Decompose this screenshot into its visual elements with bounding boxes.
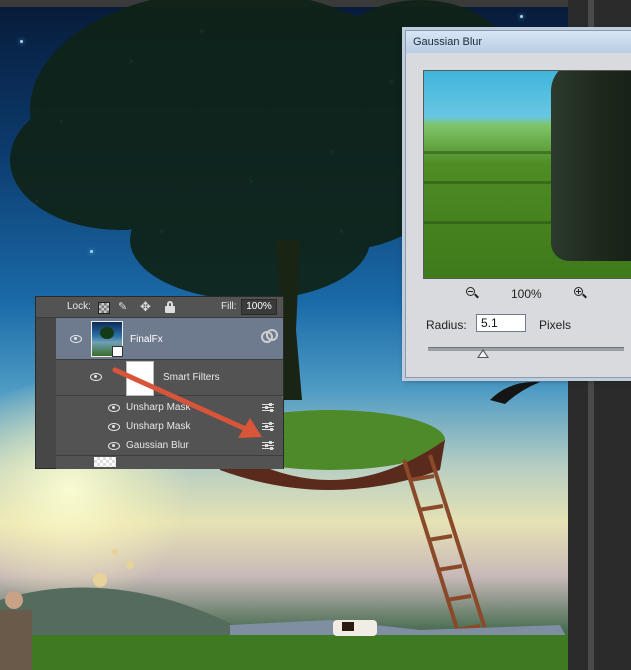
fill-label: Fill:	[221, 301, 237, 312]
layer-row-finalfx[interactable]: FinalFx	[56, 318, 283, 360]
radius-input[interactable]	[476, 314, 526, 332]
lock-all-icon[interactable]	[165, 301, 175, 313]
layers-panel: Lock: ✎ ✥ Fill: 100% FinalFx Smart Filte…	[35, 296, 284, 469]
filter-row-unsharp-2[interactable]: Unsharp Mask	[56, 418, 283, 436]
smart-filters-label: Smart Filters	[163, 372, 220, 383]
filter-name: Unsharp Mask	[126, 421, 191, 432]
layer-thumbnail	[94, 457, 116, 467]
filter-name: Unsharp Mask	[126, 402, 191, 413]
visibility-eye-icon[interactable]	[108, 404, 120, 412]
layer-thumbnail	[91, 321, 123, 357]
filter-row-unsharp-1[interactable]: Unsharp Mask	[56, 399, 283, 417]
smart-object-badge-icon	[112, 346, 123, 357]
lock-position-icon[interactable]: ✥	[140, 300, 154, 314]
radius-unit-label: Pixels	[539, 318, 572, 332]
visibility-eye-icon[interactable]	[90, 373, 102, 381]
blending-options-icon[interactable]	[262, 402, 274, 413]
filter-row-gaussian-blur[interactable]: Gaussian Blur	[56, 437, 283, 455]
lock-transparent-pixels-icon[interactable]	[98, 302, 110, 314]
lock-label: Lock:	[67, 301, 91, 312]
zoom-out-icon[interactable]	[466, 287, 479, 299]
radius-slider-track[interactable]	[428, 347, 624, 351]
smart-filters-row[interactable]: Smart Filters	[56, 360, 283, 396]
preview-tree-trunk	[551, 71, 631, 261]
blur-preview[interactable]	[423, 70, 631, 279]
layer-options-icon[interactable]	[261, 329, 278, 343]
zoom-level: 100%	[511, 287, 542, 301]
layer-name: FinalFx	[130, 334, 163, 345]
visibility-eye-icon[interactable]	[108, 442, 120, 450]
filter-name: Gaussian Blur	[126, 440, 189, 451]
visibility-eye-icon[interactable]	[108, 423, 120, 431]
zoom-in-icon[interactable]	[574, 287, 587, 299]
blending-options-icon[interactable]	[262, 440, 274, 451]
fill-field[interactable]: 100%	[241, 299, 277, 315]
blending-options-icon[interactable]	[262, 421, 274, 432]
dialog-title: Gaussian Blur	[413, 36, 483, 48]
layer-row-next[interactable]	[56, 455, 283, 469]
smart-filter-mask-thumbnail[interactable]	[126, 361, 154, 396]
radius-label: Radius:	[426, 318, 467, 332]
lock-image-pixels-icon[interactable]: ✎	[118, 301, 130, 313]
radius-slider-thumb[interactable]	[476, 349, 489, 358]
lock-row: Lock: ✎ ✥ Fill: 100%	[36, 297, 283, 318]
visibility-eye-icon[interactable]	[70, 335, 82, 343]
gaussian-blur-dialog: Gaussian Blur 100% Radius: Pixels	[405, 30, 631, 378]
dialog-titlebar[interactable]: Gaussian Blur	[406, 31, 631, 53]
panel-left-gutter	[36, 318, 56, 468]
